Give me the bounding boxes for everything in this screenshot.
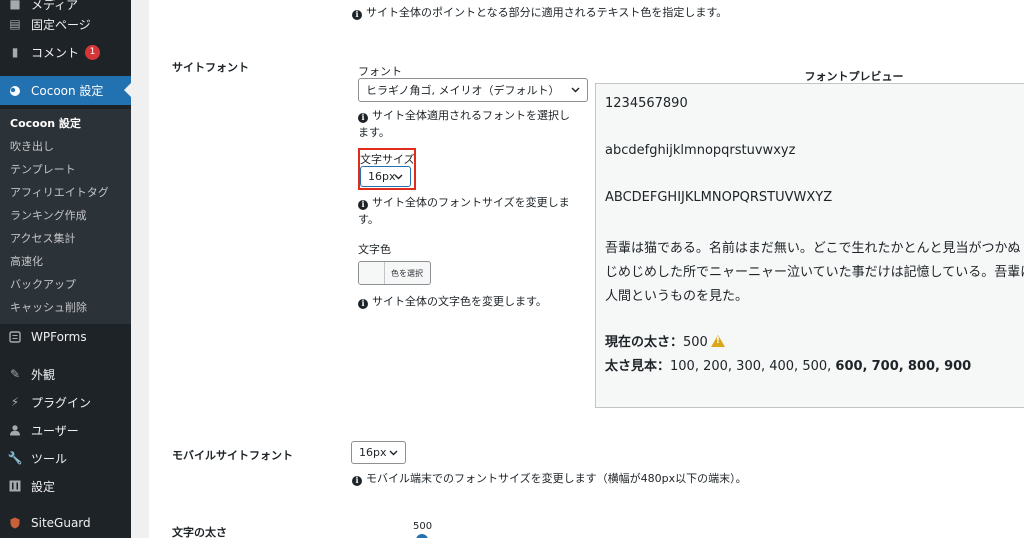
menu-item-comments[interactable]: ▮ コメント 1	[0, 38, 131, 66]
appearance-icon: ✎	[9, 367, 21, 381]
preview-japanese-line2: じめじめした所でニャーニャー泣いていた事だけは記憶している。吾輩は	[605, 265, 1024, 280]
font-weight-row-label: 文字の太さ	[172, 526, 227, 538]
preview-lowercase: abcdefghijklmnopqrstuvwxyz	[605, 143, 796, 158]
weight-sample-900: 900	[944, 359, 972, 374]
preview-japanese-line3: 人間というものを見た。	[605, 289, 749, 304]
menu-label: WPForms	[31, 330, 87, 344]
font-preview-box: 1234567890 abcdefghijklmnopqrstuvwxyz AB…	[595, 83, 1024, 408]
submenu-cache-clear[interactable]: キャッシュ削除	[10, 299, 87, 315]
font-select-note: i サイト全体適用されるフォントを選択し ます。	[358, 109, 570, 139]
current-weight-value: 500	[683, 335, 708, 350]
submenu-balloon[interactable]: 吹き出し	[10, 138, 54, 154]
menu-label: ユーザー	[31, 423, 79, 438]
font-size-value: 16px	[368, 170, 396, 183]
site-font-row-label: サイトフォント	[172, 61, 249, 74]
preview-weight-samples: 太さ見本：100, 200, 300, 400, 500, 600, 700, …	[605, 355, 971, 374]
menu-label: 外観	[31, 367, 56, 382]
settings-main-panel: i サイト全体のポイントとなる部分に適用されるテキスト色を指定します。 サイトフォ…	[149, 0, 1024, 538]
weight-sample-light: 100, 200, 300, 400, 500,	[670, 359, 832, 374]
info-icon: i	[358, 298, 368, 309]
info-icon: i	[352, 9, 362, 20]
menu-label: プラグイン	[31, 395, 92, 410]
settings-icon	[8, 479, 22, 493]
chevron-down-icon	[389, 450, 398, 456]
chevron-down-icon	[571, 87, 580, 93]
siteguard-icon	[8, 516, 22, 530]
menu-item-tools[interactable]: 🔧 ツール	[0, 444, 131, 472]
weight-sample-600: 600,	[835, 359, 868, 374]
menu-item-wpforms[interactable]: WPForms	[0, 323, 131, 351]
info-icon: i	[358, 199, 368, 210]
preview-digits: 1234567890	[605, 96, 688, 111]
submenu-template[interactable]: テンプレート	[10, 161, 76, 177]
text-color-note: i サイト全体のポイントとなる部分に適用されるテキスト色を指定します。	[352, 4, 727, 21]
menu-item-pages[interactable]: ▤ 固定ページ	[0, 10, 131, 38]
color-picker-label: 色を選択	[391, 268, 423, 278]
submenu-backup[interactable]: バックアップ	[10, 276, 76, 292]
font-label: フォント	[358, 65, 402, 78]
font-family-value: ヒラギノ角ゴ, メイリオ（デフォルト）	[366, 84, 560, 97]
font-family-select[interactable]: ヒラギノ角ゴ, メイリオ（デフォルト）	[358, 78, 588, 102]
current-weight-label: 現在の太さ：	[605, 335, 684, 350]
weight-sample-700: 700,	[871, 359, 904, 374]
preview-uppercase: ABCDEFGHIJKLMNOPQRSTUVWXYZ	[605, 190, 833, 205]
menu-item-appearance[interactable]: ✎ 外観	[0, 360, 131, 388]
warning-icon	[710, 335, 725, 347]
mobile-font-row-label: モバイルサイトフォント	[172, 449, 293, 462]
menu-item-cocoon-settings[interactable]: Cocoon 設定	[0, 76, 131, 105]
active-arrow	[124, 83, 131, 97]
cocoon-submenu: Cocoon 設定 吹き出し テンプレート アフィリエイトタグ ランキング作成 …	[0, 109, 131, 324]
text-color-picker-button[interactable]: 色を選択	[358, 261, 431, 285]
weight-sample-label: 太さ見本：	[605, 359, 671, 374]
font-weight-slider-handle[interactable]	[416, 534, 428, 538]
admin-sidebar: ■ メディア ▤ 固定ページ ▮ コメント 1 Cocoon 設定 Cocoon…	[0, 0, 131, 538]
mobile-font-size-select[interactable]: 16px	[351, 441, 406, 464]
submenu-speedup[interactable]: 高速化	[10, 253, 43, 269]
color-swatch	[359, 262, 385, 284]
comment-count-badge: 1	[85, 44, 101, 60]
user-icon	[8, 423, 22, 437]
text-color-label: 文字色	[358, 243, 391, 256]
submenu-cocoon-settings[interactable]: Cocoon 設定	[10, 115, 81, 131]
preview-current-weight: 現在の太さ：500	[605, 331, 725, 350]
info-icon: i	[352, 475, 362, 486]
menu-label: 設定	[31, 479, 56, 494]
submenu-access[interactable]: アクセス集計	[10, 230, 75, 246]
font-size-select[interactable]: 16px	[360, 166, 411, 187]
menu-item-settings[interactable]: 設定	[0, 472, 131, 500]
mobile-font-size-value: 16px	[359, 446, 387, 459]
menu-item-plugins[interactable]: ⚡ プラグイン	[0, 388, 131, 416]
font-size-label: 文字サイズ	[360, 153, 415, 166]
preview-japanese-line1: 吾輩は猫である。名前はまだ無い。どこで生れたかとんと見当がつかぬ	[605, 241, 1021, 256]
mobile-font-note: i モバイル端末でのフォントサイズを変更します（横幅が480px以下の端末）。	[352, 470, 747, 487]
text-color-field-note: i サイト全体の文字色を変更します。	[358, 293, 547, 310]
plugin-icon: ⚡	[10, 395, 20, 409]
menu-item-siteguard[interactable]: SiteGuard	[0, 509, 131, 537]
submenu-affiliate-tag[interactable]: アフィリエイトタグ	[10, 184, 109, 200]
menu-label: 固定ページ	[31, 17, 91, 32]
tools-icon: 🔧	[7, 451, 23, 465]
menu-label: コメント	[31, 45, 80, 60]
weight-sample-800: 800,	[907, 359, 940, 374]
page-icon: ▤	[9, 17, 21, 31]
cocoon-icon	[8, 84, 22, 98]
menu-label: ツール	[31, 451, 68, 466]
chevron-down-icon	[394, 174, 403, 180]
font-size-note: i サイト全体のフォントサイズを変更しま す。	[358, 196, 570, 226]
submenu-ranking[interactable]: ランキング作成	[10, 207, 87, 223]
menu-label: Cocoon 設定	[31, 84, 104, 98]
comment-icon: ▮	[11, 45, 19, 59]
menu-item-users[interactable]: ユーザー	[0, 416, 131, 444]
font-preview-title: フォントプレビュー	[804, 70, 904, 83]
font-weight-value: 500	[413, 521, 433, 532]
wpforms-icon	[8, 330, 22, 344]
info-icon: i	[358, 112, 368, 123]
menu-label: SiteGuard	[31, 516, 91, 530]
